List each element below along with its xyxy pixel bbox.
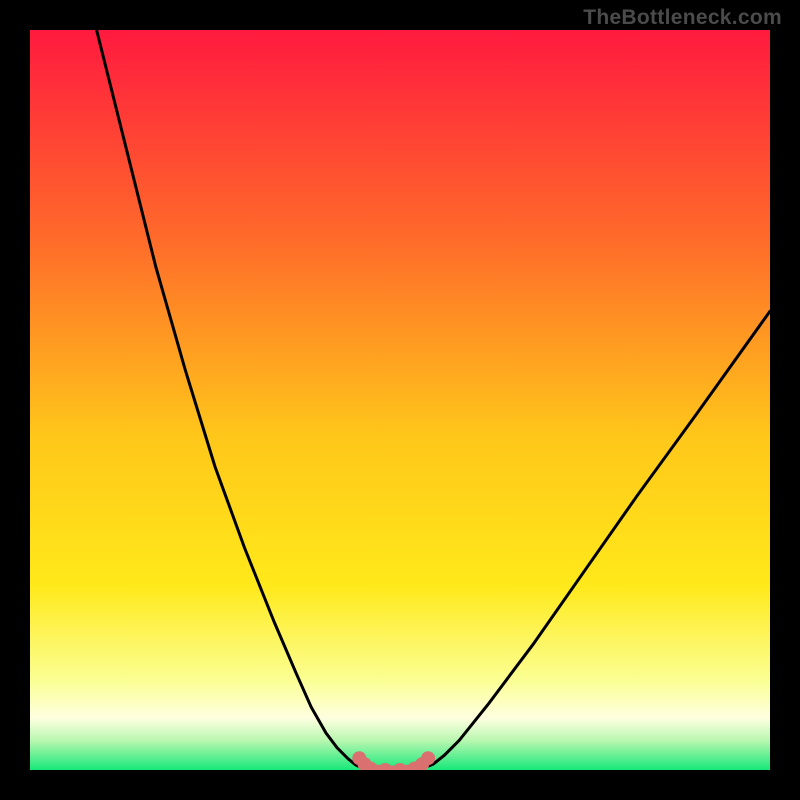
watermark-label: TheBottleneck.com (583, 6, 782, 30)
chart-svg (30, 30, 770, 770)
plot-area (30, 30, 770, 770)
chart-frame: TheBottleneck.com (0, 0, 800, 800)
valley-marker-dot (421, 751, 435, 765)
gradient-background (30, 30, 770, 770)
